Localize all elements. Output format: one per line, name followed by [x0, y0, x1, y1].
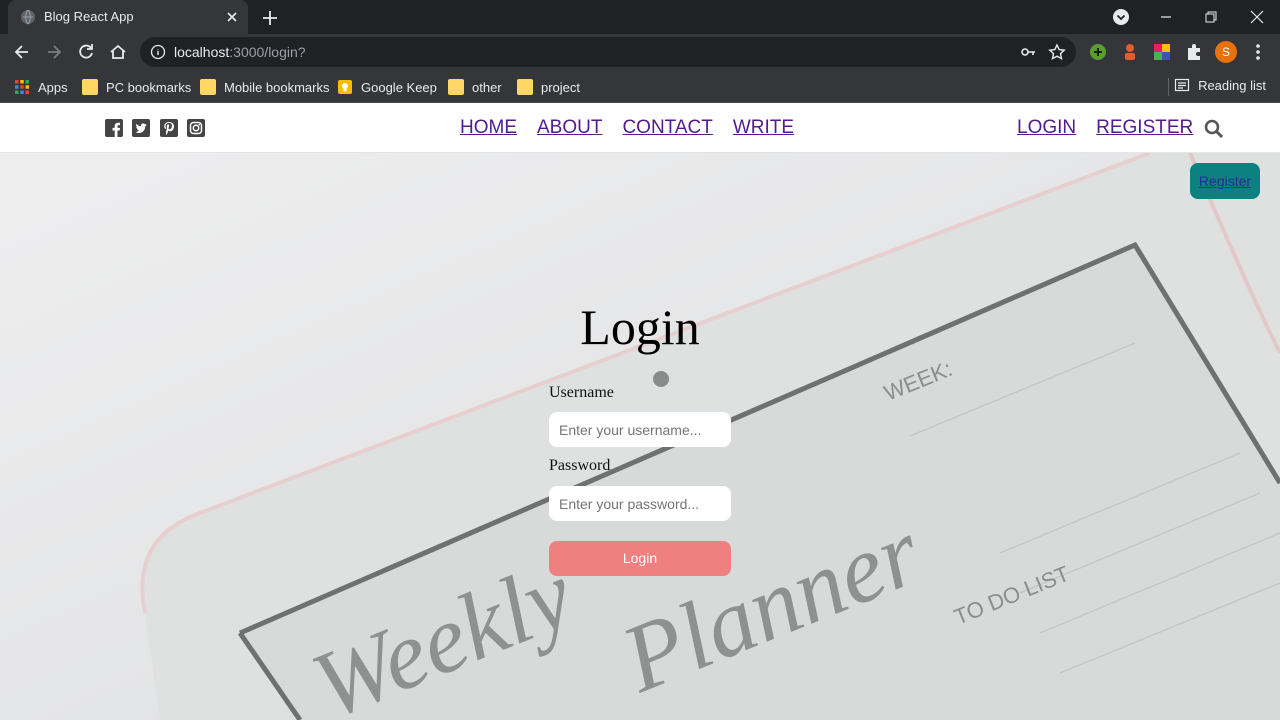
instagram-icon[interactable] [187, 119, 205, 137]
username-label: Username [549, 384, 614, 401]
bookmark-project[interactable]: project [517, 77, 580, 97]
browser-tab[interactable]: Blog React App [8, 0, 248, 34]
bookmark-other[interactable]: other [448, 77, 502, 97]
auth-nav: LOGIN REGISTER [1017, 117, 1193, 139]
browser-toolbar: localhost:3000/login? S [0, 34, 1280, 70]
more-vertical-icon[interactable] [1250, 42, 1266, 62]
bookmark-label: Mobile bookmarks [224, 79, 330, 95]
bookmark-pc[interactable]: PC bookmarks [82, 77, 191, 97]
password-label: Password [549, 457, 611, 474]
nav-login-link[interactable]: LOGIN [1017, 117, 1076, 139]
nav-about-link[interactable]: ABOUT [537, 117, 602, 139]
green-extension-icon[interactable] [1088, 42, 1108, 62]
bookmarks-bar: Apps PC bookmarks Mobile bookmarks Googl… [0, 70, 1280, 103]
close-window-icon[interactable] [1248, 8, 1266, 26]
info-icon[interactable] [150, 44, 166, 60]
bookmark-label: Apps [38, 79, 68, 95]
username-input[interactable] [549, 412, 731, 447]
page-title: Login [580, 299, 700, 355]
person-extension-icon[interactable] [1120, 42, 1140, 62]
bookmark-mobile[interactable]: Mobile bookmarks [200, 77, 330, 97]
password-input[interactable] [549, 486, 731, 521]
restore-icon[interactable] [1202, 8, 1220, 26]
twitter-icon[interactable] [132, 119, 150, 137]
web-page: HOME ABOUT CONTACT WRITE LOGIN REGISTER [0, 103, 1280, 720]
forward-arrow-icon[interactable] [44, 42, 64, 62]
reload-icon[interactable] [76, 42, 96, 62]
bookmarks-divider [1168, 78, 1169, 96]
tab-search-icon[interactable] [1112, 8, 1130, 26]
star-icon[interactable] [1048, 43, 1066, 61]
address-bar[interactable]: localhost:3000/login? [140, 37, 1076, 67]
apps-grid-icon [15, 80, 29, 94]
search-icon[interactable] [1204, 119, 1224, 139]
login-hero: WEEK: TO DO LIST Weekly Planner Register… [0, 153, 1280, 720]
pinterest-icon[interactable] [160, 119, 178, 137]
reading-list-icon [1174, 78, 1190, 92]
profile-avatar[interactable]: S [1215, 41, 1237, 63]
bookmark-label: Google Keep [361, 79, 437, 95]
bookmark-label: other [472, 79, 502, 95]
tab-title: Blog React App [44, 9, 134, 24]
reading-list-button[interactable]: Reading list [1174, 77, 1266, 93]
bookmark-label: PC bookmarks [106, 79, 192, 95]
grid-extension-icon[interactable] [1152, 42, 1172, 62]
folder-icon [200, 79, 216, 95]
home-icon[interactable] [108, 42, 128, 62]
bookmark-label: project [541, 79, 581, 95]
back-arrow-icon[interactable] [12, 42, 32, 62]
minimize-icon[interactable] [1157, 8, 1175, 26]
folder-icon [82, 79, 98, 95]
puzzle-icon[interactable] [1184, 42, 1204, 62]
url-text: localhost:3000/login? [174, 44, 306, 60]
tab-strip: Blog React App [0, 0, 1280, 34]
nav-contact-link[interactable]: CONTACT [622, 117, 712, 139]
site-topbar: HOME ABOUT CONTACT WRITE LOGIN REGISTER [0, 103, 1280, 153]
nav-write-link[interactable]: WRITE [733, 117, 794, 139]
bookmark-google-keep[interactable]: Google Keep [337, 77, 437, 97]
key-icon[interactable] [1020, 44, 1036, 60]
close-icon[interactable] [224, 9, 240, 25]
plus-icon[interactable] [260, 8, 280, 28]
folder-icon [448, 79, 464, 95]
bookmark-apps[interactable]: Apps [14, 77, 68, 97]
register-button[interactable]: Register [1190, 163, 1260, 199]
folder-icon [517, 79, 533, 95]
nav-register-link[interactable]: REGISTER [1096, 117, 1193, 139]
main-nav: HOME ABOUT CONTACT WRITE [460, 117, 794, 139]
nav-home-link[interactable]: HOME [460, 117, 517, 139]
keep-icon [338, 80, 352, 94]
reading-list-label: Reading list [1198, 77, 1266, 93]
globe-icon [21, 9, 35, 25]
facebook-icon[interactable] [105, 119, 123, 137]
login-button[interactable]: Login [549, 541, 731, 576]
